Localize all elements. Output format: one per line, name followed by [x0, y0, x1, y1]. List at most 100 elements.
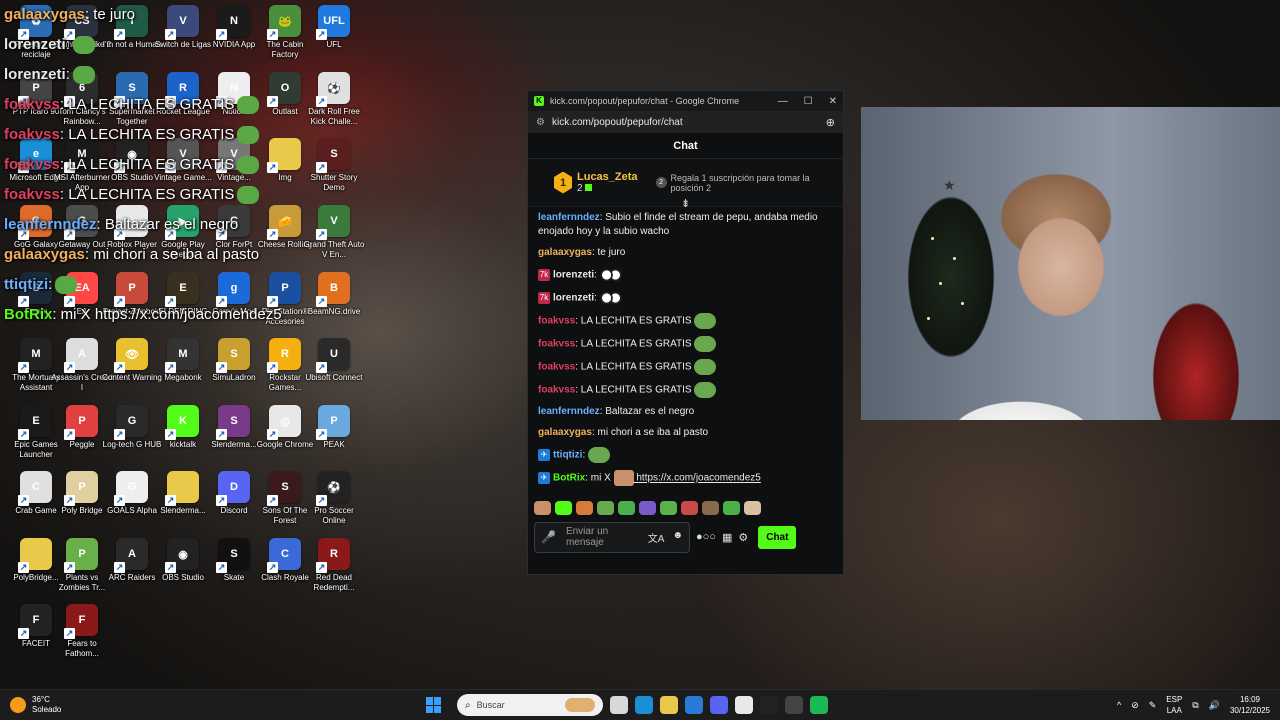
collapse-icon[interactable]: ⇟: [681, 197, 690, 210]
recent-emote-icon[interactable]: [534, 501, 551, 515]
settings-icon[interactable]: ⚙: [738, 531, 748, 544]
desktop-icon[interactable]: UUbisoft Connect: [304, 338, 364, 404]
maximize-button[interactable]: ☐: [804, 96, 813, 107]
chat-link[interactable]: https://x.com/joacomendez5: [634, 473, 761, 484]
recent-emote-icon[interactable]: [681, 501, 698, 515]
emote-icon: [599, 290, 622, 306]
overlay-chat-line: foakvss: LA LECHITA ES GRATIS: [4, 180, 404, 210]
light-dot: [939, 282, 942, 285]
taskbar-app-icon[interactable]: [660, 696, 678, 714]
overlay-chat-line: galaaxygas: te juro: [4, 0, 404, 30]
weather-widget[interactable]: 36°C Soleado: [10, 695, 120, 715]
desktop-icon[interactable]: ⚽Pro Soccer Online: [304, 471, 364, 537]
recent-emote-icon[interactable]: [597, 501, 614, 515]
user-badge-icon: ✈: [538, 449, 550, 461]
close-button[interactable]: ✕: [829, 96, 837, 107]
language-code: ESP: [1166, 695, 1183, 704]
chat-message[interactable]: foakvss: LA LECHITA ES GRATIS: [538, 382, 833, 398]
volume-icon[interactable]: 🔊: [1209, 700, 1220, 711]
chat-message[interactable]: foakvss: LA LECHITA ES GRATIS: [538, 336, 833, 352]
recent-emote-icon[interactable]: [576, 501, 593, 515]
app-icon: A: [64, 338, 98, 373]
chat-username[interactable]: galaaxygas: [538, 427, 592, 438]
recent-emote-icon[interactable]: [744, 501, 761, 515]
taskbar-app-icon[interactable]: [635, 696, 653, 714]
mic-icon[interactable]: 🎤: [541, 530, 556, 544]
recent-emotes-bar: [528, 497, 843, 519]
taskbar-app-icon[interactable]: [760, 696, 778, 714]
taskbar-app-icon[interactable]: [685, 696, 703, 714]
clock[interactable]: 16:09 30/12/2025: [1230, 694, 1270, 716]
store-icon[interactable]: ▦: [722, 531, 732, 544]
minimize-button[interactable]: —: [778, 96, 788, 107]
emote-icon: [694, 313, 717, 329]
chat-message[interactable]: foakvss: LA LECHITA ES GRATIS: [538, 359, 833, 375]
desktop-icon[interactable]: PPEAK: [304, 405, 364, 471]
chat-username[interactable]: lorenzeti: [553, 270, 594, 281]
recent-emote-icon[interactable]: [723, 501, 740, 515]
chat-username[interactable]: leanfernndez: [538, 406, 600, 417]
recent-emote-icon[interactable]: [660, 501, 677, 515]
chat-username[interactable]: ttiqtizi: [553, 450, 582, 461]
display-icon[interactable]: ⧉: [1192, 700, 1198, 711]
app-icon: C: [267, 538, 301, 573]
overlay-message: : LA LECHITA ES GRATIS: [59, 96, 235, 113]
chat-message[interactable]: 7k lorenzeti:: [538, 290, 833, 306]
taskbar-app-icon[interactable]: [810, 696, 828, 714]
chat-message[interactable]: ✈ ttiqtizi:: [538, 447, 833, 463]
recent-emote-icon[interactable]: [639, 501, 656, 515]
zoom-icon[interactable]: ⊕: [826, 116, 835, 129]
webcam-feed: ★: [861, 107, 1280, 420]
taskbar-search[interactable]: ⌕ Buscar: [457, 694, 603, 716]
chat-message[interactable]: leanfernndez: Baltazar es el negro: [538, 405, 833, 419]
language-indicator[interactable]: ESP LAA: [1166, 694, 1182, 716]
top-user-name[interactable]: Lucas_Zeta: [577, 171, 638, 183]
chat-message[interactable]: foakvss: LA LECHITA ES GRATIS: [538, 313, 833, 329]
window-titlebar[interactable]: K kick.com/popout/pepufor/chat - Google …: [528, 91, 843, 111]
app-icon: 👁: [114, 338, 148, 373]
chat-input[interactable]: 🎤 Enviar un mensaje 文A ☻: [534, 521, 690, 553]
taskbar-app-icon[interactable]: [785, 696, 803, 714]
chat-message[interactable]: galaaxygas: mi chori a se iba al pasto: [538, 426, 833, 440]
chat-username[interactable]: foakvss: [538, 316, 575, 327]
pen-icon[interactable]: ✎: [1149, 700, 1157, 711]
chat-username[interactable]: foakvss: [538, 362, 575, 373]
light-dot: [927, 317, 930, 320]
recent-emote-icon[interactable]: [555, 501, 572, 515]
chat-message[interactable]: galaaxygas: te juro: [538, 246, 833, 260]
gift-promo[interactable]: 2 Regala 1 suscripción para tomar la pos…: [655, 173, 833, 193]
recent-emote-icon[interactable]: [702, 501, 719, 515]
taskbar-app-icon[interactable]: [710, 696, 728, 714]
send-chat-button[interactable]: Chat: [758, 525, 797, 549]
recent-emote-icon[interactable]: [618, 501, 635, 515]
chat-text: : Baltazar es el negro: [599, 406, 695, 417]
address-bar[interactable]: ⚙ kick.com/popout/pepufor/chat ⊕: [528, 111, 843, 133]
taskbar-app-icon[interactable]: [735, 696, 753, 714]
chat-message[interactable]: leanfernndez: Subio el finde el stream d…: [538, 211, 833, 239]
chat-username[interactable]: foakvss: [538, 385, 575, 396]
translate-icon[interactable]: 文A: [648, 530, 665, 545]
desktop-icon[interactable]: FFears to Fathom...: [52, 604, 112, 670]
chat-username[interactable]: foakvss: [538, 339, 575, 350]
site-info-icon[interactable]: ⚙: [536, 117, 550, 128]
chat-messages[interactable]: leanfernndez: Subio el finde el stream d…: [528, 207, 843, 497]
chat-text: : mi X: [585, 472, 614, 484]
chat-username[interactable]: lorenzeti: [553, 293, 594, 304]
emote-icon: [588, 447, 610, 463]
app-icon: ◎: [267, 405, 301, 440]
chat-text: :: [594, 292, 600, 304]
chat-username[interactable]: BotRix: [553, 473, 585, 484]
chat-message[interactable]: 7k lorenzeti:: [538, 267, 833, 283]
chat-username[interactable]: leanfernndez: [538, 212, 600, 223]
chat-text: : LA LECHITA ES GRATIS: [575, 361, 695, 373]
start-button[interactable]: [426, 697, 442, 713]
chat-username[interactable]: galaaxygas: [538, 247, 592, 258]
users-icon[interactable]: ●○○: [696, 531, 716, 543]
tray-chevron-icon[interactable]: ^: [1117, 700, 1121, 710]
chat-message[interactable]: ✈ BotRix: mi X https://x.com/joacomendez5: [538, 470, 833, 486]
taskbar-app-icon[interactable]: [610, 696, 628, 714]
network-icon[interactable]: ⊘: [1131, 700, 1139, 711]
desktop-icon[interactable]: RRed Dead Redempti...: [304, 538, 364, 604]
emoji-icon[interactable]: ☻: [672, 530, 683, 545]
url-text[interactable]: kick.com/popout/pepufor/chat: [552, 117, 826, 128]
